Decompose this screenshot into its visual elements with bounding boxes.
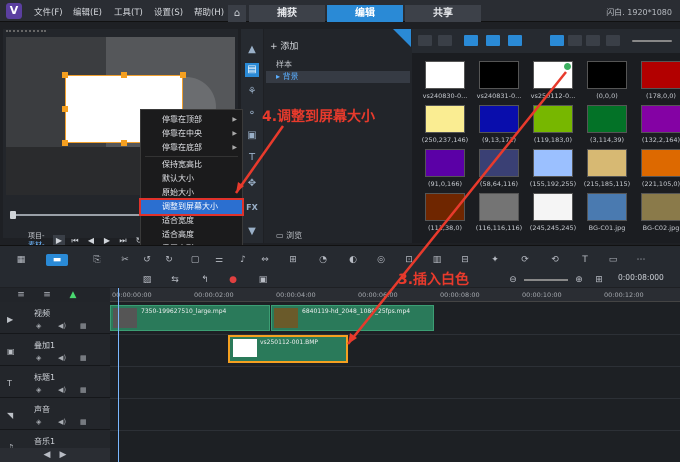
arrow-to-clip [347, 71, 567, 345]
arrow-to-menu [234, 125, 285, 194]
annotation-arrows [234, 71, 567, 345]
